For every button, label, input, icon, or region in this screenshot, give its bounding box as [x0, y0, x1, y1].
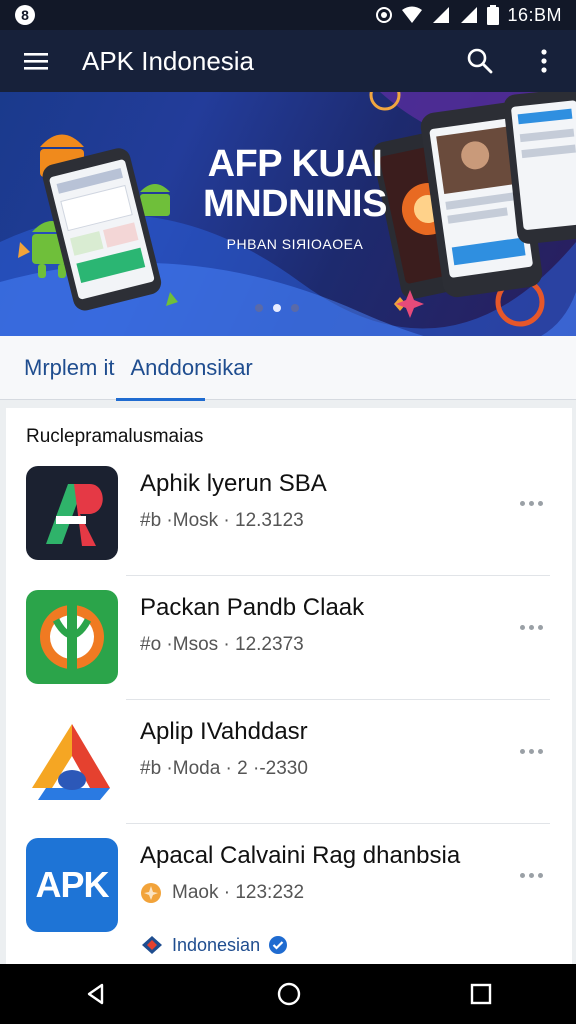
status-right: 16:BM [375, 5, 562, 26]
carousel-dot[interactable] [255, 304, 263, 312]
app-meta: Maok · 123:232 [172, 882, 305, 903]
app-meta: #b ·Moda · 2 ·-2330 [140, 758, 308, 779]
publisher-logo-icon [142, 936, 162, 954]
tab-first[interactable]: Mrplem it [24, 336, 114, 400]
system-nav-bar [0, 964, 576, 1024]
list-item[interactable]: APK Apacal Calvaini Rag dhanbsia Maok · … [6, 824, 572, 964]
app-icon-triangle [26, 714, 118, 808]
app-title: APK Indonesia [82, 45, 255, 76]
tab-bar: Mrplem it Anddonsikar [0, 336, 576, 401]
alarm-icon [376, 7, 393, 23]
home-icon[interactable] [276, 981, 302, 1007]
app-bar: APK Indonesia [0, 30, 576, 92]
app-icon-apk: APK [26, 838, 118, 932]
hamburger-menu-icon[interactable] [12, 37, 60, 85]
app-name: Packan Pandb Claak [140, 594, 365, 621]
carousel-indicator [255, 304, 299, 312]
more-horiz-icon[interactable] [516, 488, 546, 518]
battery-icon [487, 5, 500, 25]
banner-headline-2: MNDNINIS [203, 183, 387, 225]
app-name: Apacal Calvaini Rag dhanbsia [140, 842, 461, 869]
app-list-card: Ruclepramalusmaias Aphik lyerun SBA #b ·… [6, 408, 572, 964]
app-name: Aphik lyerun SBA [140, 470, 327, 497]
list-item[interactable]: Aplip IVahddasr #b ·Moda · 2 ·-2330 [6, 700, 572, 824]
back-icon[interactable] [84, 982, 108, 1006]
promo-banner[interactable]: AFP KUAI MNDNINIS PHBAN SIЯIOAOEA [0, 92, 576, 336]
signal-icon-2 [461, 7, 478, 23]
banner-text: AFP KUAI MNDNINIS PHBAN SIЯIOAOEA [190, 144, 400, 252]
app-meta: #b ·Mosk · 12.3123 [140, 510, 304, 531]
recents-icon[interactable] [470, 983, 492, 1005]
notification-badge-icon: 8 [15, 5, 35, 25]
android-robot-green-right [140, 184, 170, 216]
more-vert-icon[interactable] [520, 37, 568, 85]
tab-second[interactable]: Anddonsikar [116, 336, 253, 401]
list-item[interactable]: Aphik lyerun SBA #b ·Mosk · 12.3123 [6, 452, 572, 576]
app-actions [456, 37, 568, 85]
wifi-icon [402, 6, 423, 23]
app-name: Aplip IVahddasr [140, 718, 308, 745]
svg-text:8: 8 [21, 7, 29, 23]
app-icon-phi [26, 590, 118, 684]
app-icon-ap [26, 466, 118, 560]
carousel-dot[interactable] [291, 304, 299, 312]
app-meta-row: Maok · 123:232 [140, 882, 304, 904]
section-title: Ruclepramalusmaias [26, 426, 204, 447]
status-left: 8 [14, 4, 36, 26]
signal-icon [433, 7, 450, 23]
more-horiz-icon[interactable] [516, 612, 546, 642]
search-icon[interactable] [456, 37, 504, 85]
carousel-dot-active[interactable] [273, 304, 281, 312]
more-horiz-icon[interactable] [516, 860, 546, 890]
list-item[interactable]: Packan Pandb Claak #o ·Msos · 12.2373 [6, 576, 572, 700]
verified-check-icon [269, 936, 288, 954]
coin-icon [141, 883, 161, 903]
app-icon-label: APK [35, 864, 109, 905]
app-meta: #o ·Msos · 12.2373 [140, 634, 304, 655]
status-time: 16:BM [507, 4, 562, 25]
screen: 8 16:BM APK Indonesia AFP KUAI MNDNINIS … [0, 0, 576, 1024]
more-horiz-icon[interactable] [516, 736, 546, 766]
publisher-row[interactable]: Indonesian [140, 934, 288, 956]
status-bar: 8 16:BM [0, 0, 576, 30]
banner-headline-1: AFP KUAI [207, 143, 383, 185]
banner-subtitle: PHBAN SIЯIOAOEA [226, 236, 364, 252]
publisher-name: Indonesian [172, 934, 261, 955]
